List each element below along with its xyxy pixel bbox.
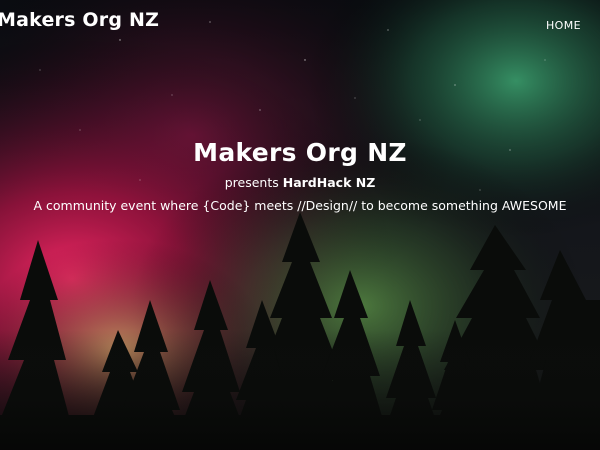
- hero-title: Makers Org NZ: [193, 138, 407, 167]
- brand-logo-link[interactable]: Makers Org NZ: [0, 9, 159, 31]
- page: Makers Org NZ HOME Makers Org NZ present…: [0, 0, 600, 450]
- hero-subtitle-prefix: presents: [224, 175, 279, 190]
- hero-content: Makers Org NZ presents HardHack NZ A com…: [0, 136, 600, 215]
- hero-tagline: A community event where {Code} meets //D…: [33, 198, 567, 213]
- hero-subtitle: presents HardHack NZ: [0, 174, 600, 192]
- hero-event-name: HardHack NZ: [282, 175, 376, 190]
- aurora-forest-photo-icon: [0, 0, 600, 450]
- nav-link-home[interactable]: HOME: [546, 19, 581, 32]
- top-nav: Makers Org NZ HOME: [0, 0, 600, 44]
